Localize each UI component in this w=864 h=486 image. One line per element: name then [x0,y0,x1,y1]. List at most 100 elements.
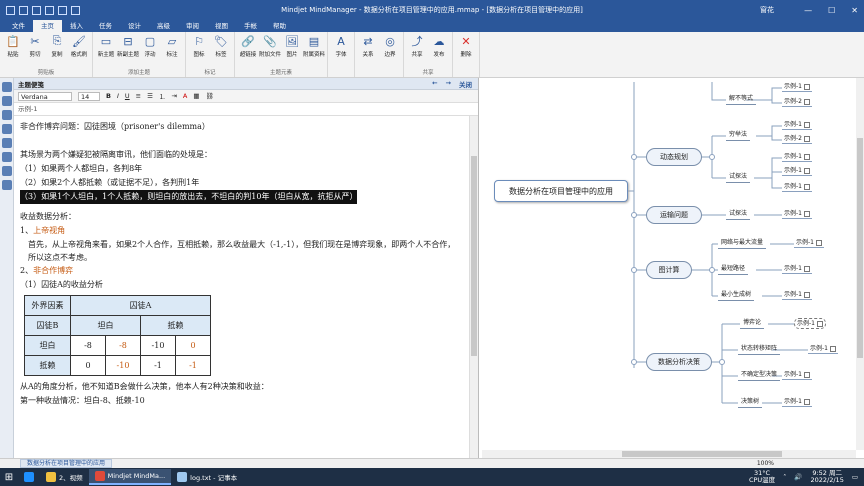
tab-insert[interactable]: 插入 [62,20,91,32]
tab-view[interactable]: 视图 [207,20,236,32]
subtopic-shortest-path[interactable]: 最短路径 [718,264,749,275]
subtopic-exhaustive[interactable]: 穷举法 [726,130,751,141]
central-topic[interactable]: 数据分析在项目管理中的应用 [494,180,628,202]
tab-file[interactable]: 文件 [4,20,33,32]
leaf-example[interactable]: 示例-1 [808,344,838,354]
note-icon[interactable] [803,153,810,160]
subtopic-decision-tree[interactable]: 决策树 [738,397,763,408]
document-tab[interactable]: 数据分析在项目管理中的应用 [20,459,113,468]
font-family-select[interactable]: Verdana [18,91,72,101]
tab-review[interactable]: 审阅 [178,20,207,32]
tab-home[interactable]: 主页 [33,20,62,32]
leaf-example[interactable]: 示例-1 [782,209,812,219]
numbered-list-icon[interactable]: ⒈ [159,91,166,101]
clock[interactable]: 9:52 周二 2022/2/15 [811,470,844,484]
leaf-example[interactable]: 示例-1 [782,397,812,407]
subtopic-network-flow[interactable]: 网络与最大流量 [718,238,767,249]
user-name[interactable]: 窗花 [760,5,774,15]
note-icon[interactable] [803,98,810,105]
leaf-example[interactable]: 示例-1 [782,120,812,130]
pane-icon-6[interactable] [2,152,12,162]
note-icon[interactable] [803,183,810,190]
next-arrow-icon[interactable]: → [446,79,451,89]
note-icon[interactable] [815,239,822,246]
font-button[interactable]: A 字体 [330,34,352,77]
pane-icon-3[interactable] [2,110,12,120]
pane-icon-1[interactable] [2,82,12,92]
notes-scrollbar[interactable] [469,116,478,458]
leaf-example[interactable]: 示例-2 [782,134,812,144]
notes-scrollbar-thumb[interactable] [471,156,477,356]
bold-button[interactable]: B [106,92,111,100]
notes-close-button[interactable]: 关闭 [459,79,472,89]
leaf-example[interactable]: 示例-1 [782,182,812,192]
indent-icon[interactable]: ⇥ [171,92,176,100]
leaf-example[interactable]: 示例-1 [782,264,812,274]
map-vertical-scrollbar[interactable] [856,78,864,450]
leaf-example-selected[interactable]: 示例-1 [794,318,826,329]
leaf-example[interactable]: 示例-1 [782,152,812,162]
note-icon[interactable] [816,320,823,327]
tab-help[interactable]: 帮助 [265,20,294,32]
volume-icon[interactable]: 🔊 [794,473,802,481]
notification-icon[interactable]: ▭ [852,473,858,481]
note-icon[interactable] [803,371,810,378]
pane-icon-2[interactable] [2,96,12,106]
note-icon[interactable] [803,121,810,128]
subtopic-inequality[interactable]: 解不等式 [726,94,757,105]
subtopic-state-transition[interactable]: 状态转移矩阵 [738,344,781,355]
tab-task[interactable]: 任务 [91,20,120,32]
zoom-level[interactable]: 100% [757,460,774,467]
subtopic-min-spanning-tree[interactable]: 最小生成树 [718,290,755,301]
topic-transport-problem[interactable]: 运输问题 [646,206,702,224]
leaf-example[interactable]: 示例-2 [782,97,812,107]
align-icon[interactable]: ≡ [136,92,141,100]
pane-icon-5[interactable] [2,138,12,148]
italic-button[interactable]: I [117,92,119,100]
list-icon[interactable]: ☰ [147,92,153,100]
taskbar-app-video[interactable]: 2、视频 [40,469,89,485]
leaf-example[interactable]: 示例-1 [782,82,812,92]
minimize-button[interactable]: — [804,6,812,15]
note-icon[interactable] [803,167,810,174]
leaf-example[interactable]: 示例-1 [794,238,824,248]
prev-arrow-icon[interactable]: ← [432,79,437,89]
note-icon[interactable] [829,345,836,352]
tab-design[interactable]: 设计 [120,20,149,32]
topic-graph-computing[interactable]: 图计算 [646,261,692,279]
pane-icon-7[interactable] [2,166,12,176]
taskbar-app-mindmanager[interactable]: Mindjet MindMa... [88,469,172,485]
start-icon[interactable]: ⊞ [0,472,18,483]
subtopic-trial-1[interactable]: 试探法 [726,172,751,183]
relationship-button[interactable]: ⇄ 关系 [357,34,379,77]
leaf-example[interactable]: 示例-1 [782,370,812,380]
link-insert-icon[interactable]: ⛓ [206,92,214,100]
map-hscroll-thumb[interactable] [622,451,782,457]
topic-dynamic-programming[interactable]: 动态规划 [646,148,702,166]
highlight-icon[interactable]: A [183,92,187,100]
topic-data-decision[interactable]: 数据分析决策 [646,353,712,371]
delete-button[interactable]: ✕ 删除 [455,34,477,77]
close-button[interactable]: ✕ [851,6,858,15]
underline-button[interactable]: U [125,92,130,100]
note-icon[interactable] [803,210,810,217]
map-vscroll-thumb[interactable] [857,138,863,358]
leaf-example[interactable]: 示例-1 [782,166,812,176]
map-horizontal-scrollbar[interactable] [482,450,856,458]
taskbar-app-edge[interactable] [18,469,40,485]
note-icon[interactable] [803,265,810,272]
mindmap-canvas[interactable]: 数据分析在项目管理中的应用 动态规划 运输问题 图计算 数据分析决策 解不等式 … [482,78,864,458]
font-size-select[interactable]: 14 [78,91,100,101]
pane-icon-8[interactable] [2,180,12,190]
subtopic-uncertain-decision[interactable]: 不确定型决策 [738,370,781,381]
subtopic-game-theory[interactable]: 博弈论 [740,318,765,329]
tab-advanced[interactable]: 高级 [149,20,178,32]
tab-handbook[interactable]: 手帐 [236,20,265,32]
boundary-button[interactable]: ◎ 边界 [379,34,401,77]
tray-up-arrow-icon[interactable]: ˄ [783,473,786,481]
note-icon[interactable] [803,398,810,405]
table-icon[interactable]: ▦ [193,92,199,100]
note-icon[interactable] [803,83,810,90]
taskbar-app-notepad[interactable]: log.txt - 记事本 [171,469,243,485]
note-icon[interactable] [803,291,810,298]
